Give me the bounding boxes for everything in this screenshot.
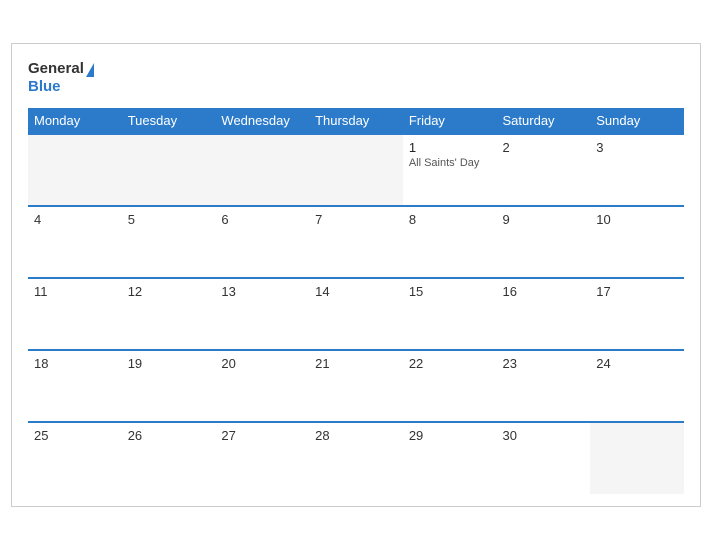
calendar-cell: 16	[497, 278, 591, 350]
day-number: 19	[128, 356, 210, 371]
day-number: 18	[34, 356, 116, 371]
day-number: 30	[503, 428, 585, 443]
calendar-week-4: 18 19 20 21 22 23 24	[28, 350, 684, 422]
calendar-cell: 7	[309, 206, 403, 278]
day-number: 25	[34, 428, 116, 443]
day-number: 17	[596, 284, 678, 299]
calendar-header-row: MondayTuesdayWednesdayThursdayFridaySatu…	[28, 108, 684, 134]
day-number: 21	[315, 356, 397, 371]
calendar-cell: 15	[403, 278, 497, 350]
calendar-cell: 26	[122, 422, 216, 494]
day-number: 9	[503, 212, 585, 227]
day-number: 7	[315, 212, 397, 227]
calendar-cell: 27	[215, 422, 309, 494]
day-number: 5	[128, 212, 210, 227]
calendar-cell: 11	[28, 278, 122, 350]
calendar-container: GeneralBlue MondayTuesdayWednesdayThursd…	[11, 43, 701, 507]
calendar-cell: 30	[497, 422, 591, 494]
calendar-week-5: 25 26 27 28 29 30	[28, 422, 684, 494]
logo: GeneralBlue	[28, 60, 94, 96]
calendar-cell: 9	[497, 206, 591, 278]
calendar-cell: 28	[309, 422, 403, 494]
day-number: 14	[315, 284, 397, 299]
calendar-cell: 17	[590, 278, 684, 350]
calendar-cell: 19	[122, 350, 216, 422]
col-header-sunday: Sunday	[590, 108, 684, 134]
calendar-cell: 20	[215, 350, 309, 422]
calendar-cell: 29	[403, 422, 497, 494]
day-number: 12	[128, 284, 210, 299]
day-number: 2	[503, 140, 585, 155]
col-header-tuesday: Tuesday	[122, 108, 216, 134]
day-number: 15	[409, 284, 491, 299]
logo-blue-text: Blue	[28, 78, 94, 96]
col-header-wednesday: Wednesday	[215, 108, 309, 134]
calendar-cell	[28, 134, 122, 206]
calendar-cell: 21	[309, 350, 403, 422]
event-text: All Saints' Day	[409, 157, 491, 169]
day-number: 22	[409, 356, 491, 371]
calendar-cell: 24	[590, 350, 684, 422]
day-number: 29	[409, 428, 491, 443]
calendar-cell: 5	[122, 206, 216, 278]
col-header-monday: Monday	[28, 108, 122, 134]
day-number: 28	[315, 428, 397, 443]
calendar-cell: 8	[403, 206, 497, 278]
calendar-cell	[215, 134, 309, 206]
col-header-friday: Friday	[403, 108, 497, 134]
calendar-cell: 1 All Saints' Day	[403, 134, 497, 206]
calendar-cell	[309, 134, 403, 206]
calendar-cell: 2	[497, 134, 591, 206]
day-number: 13	[221, 284, 303, 299]
calendar-cell: 22	[403, 350, 497, 422]
day-number: 23	[503, 356, 585, 371]
calendar-week-3: 11 12 13 14 15 16 17	[28, 278, 684, 350]
day-number: 11	[34, 284, 116, 299]
day-number: 10	[596, 212, 678, 227]
day-number: 1	[409, 140, 491, 155]
day-number: 27	[221, 428, 303, 443]
calendar-cell: 4	[28, 206, 122, 278]
calendar-cell: 18	[28, 350, 122, 422]
calendar-header: GeneralBlue	[28, 60, 684, 96]
day-number: 26	[128, 428, 210, 443]
calendar-cell: 25	[28, 422, 122, 494]
day-number: 4	[34, 212, 116, 227]
calendar-week-2: 456789 10	[28, 206, 684, 278]
calendar-cell: 23	[497, 350, 591, 422]
day-number: 24	[596, 356, 678, 371]
calendar-cell	[122, 134, 216, 206]
day-number: 16	[503, 284, 585, 299]
day-number: 20	[221, 356, 303, 371]
calendar-week-1: 1 All Saints' Day 23	[28, 134, 684, 206]
col-header-saturday: Saturday	[497, 108, 591, 134]
calendar-cell: 6	[215, 206, 309, 278]
calendar-cell: 12	[122, 278, 216, 350]
calendar-cell: 13	[215, 278, 309, 350]
col-header-thursday: Thursday	[309, 108, 403, 134]
logo-triangle-icon	[86, 63, 94, 77]
calendar-cell: 10	[590, 206, 684, 278]
day-number: 3	[596, 140, 678, 155]
calendar-cell: 14	[309, 278, 403, 350]
logo-general-text: General	[28, 60, 84, 78]
day-number: 8	[409, 212, 491, 227]
calendar-cell: 3	[590, 134, 684, 206]
day-number: 6	[221, 212, 303, 227]
calendar-cell	[590, 422, 684, 494]
calendar-grid: MondayTuesdayWednesdayThursdayFridaySatu…	[28, 108, 684, 494]
